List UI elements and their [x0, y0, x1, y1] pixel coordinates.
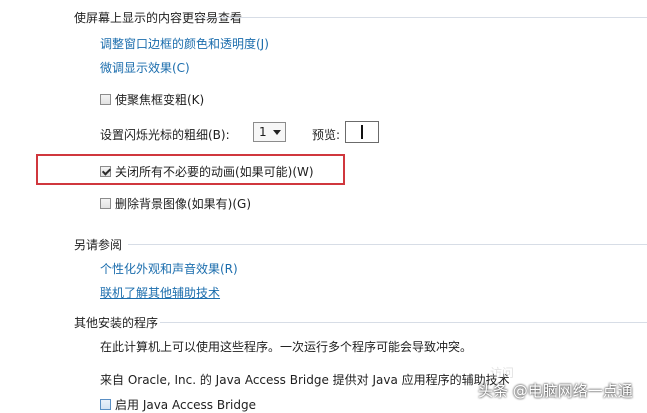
- link-personalize[interactable]: 个性化外观和声音效果(R): [100, 260, 238, 277]
- link-tune-display-effects[interactable]: 微调显示效果(C): [100, 59, 190, 76]
- watermark-faint-text: 访问: [490, 366, 515, 380]
- java-access-bridge-checkbox[interactable]: [100, 399, 111, 410]
- java-access-bridge-description: 来自 Oracle, Inc. 的 Java Access Bridge 提供对…: [100, 373, 510, 387]
- thick-focus-option[interactable]: 使聚焦框变粗(K): [100, 91, 204, 108]
- remove-background-option[interactable]: 删除背景图像(如果有)(G): [100, 195, 251, 212]
- cursor-width-value: 1: [259, 125, 267, 139]
- java-access-bridge-option[interactable]: 启用 Java Access Bridge: [100, 396, 256, 413]
- section-header-other-programs: 其他安装的程序: [74, 316, 159, 330]
- other-programs-description: 在此计算机上可以使用这些程序。一次运行多个程序可能会导致冲突。: [100, 340, 473, 354]
- disable-animations-label: 关闭所有不必要的动画(如果可能)(W): [115, 165, 314, 179]
- disable-animations-option[interactable]: 关闭所有不必要的动画(如果可能)(W): [100, 163, 314, 180]
- preview-label: 预览:: [312, 128, 341, 142]
- section-divider: [128, 244, 647, 245]
- link-adjust-window-border[interactable]: 调整窗口边框的颜色和透明度(J): [100, 35, 269, 52]
- remove-background-checkbox[interactable]: [100, 198, 111, 209]
- cursor-width-select[interactable]: 1: [253, 122, 286, 142]
- thick-focus-label: 使聚焦框变粗(K): [115, 93, 205, 107]
- text-cursor-icon: [361, 125, 363, 139]
- section-divider: [196, 17, 647, 18]
- remove-background-label: 删除背景图像(如果有)(G): [115, 197, 252, 211]
- cursor-preview-box: [345, 121, 379, 143]
- disable-animations-checkbox[interactable]: [100, 166, 111, 177]
- chevron-down-icon: [273, 129, 281, 135]
- watermark: 头条 @电脑网络一点通: [478, 382, 633, 400]
- link-online-assistive-tech[interactable]: 联机了解其他辅助技术: [100, 284, 220, 301]
- thick-focus-checkbox[interactable]: [100, 94, 111, 105]
- cursor-width-label: 设置闪烁光标的粗细(B):: [100, 128, 230, 142]
- section-header-see-also: 另请参阅: [74, 238, 123, 252]
- java-access-bridge-label: 启用 Java Access Bridge: [115, 398, 256, 412]
- section-divider: [160, 322, 647, 323]
